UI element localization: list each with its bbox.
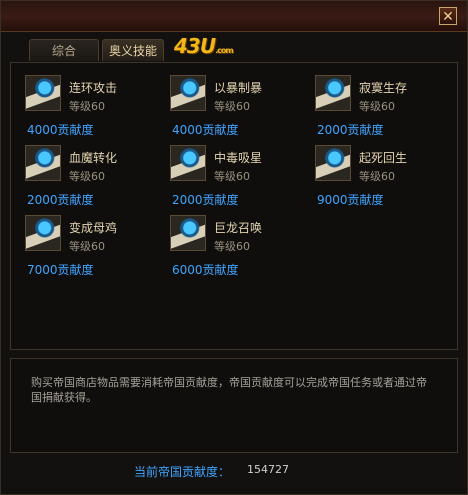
- skill-book-icon: [25, 215, 61, 251]
- skill-name: 以暴制暴: [214, 81, 263, 95]
- skill-name: 中毒吸星: [214, 151, 263, 165]
- skill-cost: 7000贡献度: [27, 263, 94, 277]
- skill-book-icon: [170, 145, 206, 181]
- title-bar[interactable]: ✕: [1, 1, 467, 32]
- skill-item[interactable]: 连环攻击 等级60 4000贡献度: [17, 65, 157, 137]
- skill-item[interactable]: 寂寞生存 等级60 2000贡献度: [307, 65, 447, 137]
- tab-skills[interactable]: 奥义技能: [102, 39, 164, 61]
- skill-book-icon: [315, 145, 351, 181]
- skill-name: 血魔转化: [69, 151, 118, 165]
- shop-window: ✕ 综合 奥义技能 43U.com 连环攻击 等级60 4000贡献度 以暴制暴…: [0, 0, 468, 495]
- skill-cost: 9000贡献度: [317, 193, 384, 207]
- skill-book-icon: [315, 75, 351, 111]
- skill-name: 起死回生: [359, 151, 408, 165]
- skill-level: 等级60: [69, 100, 105, 113]
- skill-list-panel: 连环攻击 等级60 4000贡献度 以暴制暴 等级60 4000贡献度 寂寞生存…: [10, 62, 458, 350]
- description-box: 购买帝国商店物品需要消耗帝国贡献度，帝国贡献度可以完成帝国任务或者通过帝国捐献获…: [10, 358, 458, 453]
- skill-name: 巨龙召唤: [214, 221, 263, 235]
- skill-level: 等级60: [214, 100, 250, 113]
- skill-name: 寂寞生存: [359, 81, 408, 95]
- skill-name: 连环攻击: [69, 81, 118, 95]
- close-icon: ✕: [442, 9, 454, 25]
- skill-book-icon: [25, 75, 61, 111]
- skill-book-icon: [170, 215, 206, 251]
- skill-level: 等级60: [69, 240, 105, 253]
- contribution-value: 154727: [247, 463, 289, 476]
- skill-level: 等级60: [69, 170, 105, 183]
- site-logo: 43U.com: [174, 34, 234, 58]
- skill-level: 等级60: [214, 240, 250, 253]
- skill-book-icon: [170, 75, 206, 111]
- skill-item[interactable]: 以暴制暴 等级60 4000贡献度: [162, 65, 302, 137]
- skill-item[interactable]: 巨龙召唤 等级60 6000贡献度: [162, 205, 302, 277]
- contribution-label: 当前帝国贡献度：: [134, 465, 231, 479]
- skill-cost: 6000贡献度: [172, 263, 239, 277]
- skill-item[interactable]: 变成母鸡 等级60 7000贡献度: [17, 205, 157, 277]
- skill-item[interactable]: 血魔转化 等级60 2000贡献度: [17, 135, 157, 207]
- skill-level: 等级60: [359, 100, 395, 113]
- close-button[interactable]: ✕: [439, 7, 457, 25]
- skill-level: 等级60: [359, 170, 395, 183]
- skill-level: 等级60: [214, 170, 250, 183]
- skill-name: 变成母鸡: [69, 221, 118, 235]
- skill-book-icon: [25, 145, 61, 181]
- skill-item[interactable]: 中毒吸星 等级60 2000贡献度: [162, 135, 302, 207]
- tab-general[interactable]: 综合: [29, 39, 99, 61]
- skill-item[interactable]: 起死回生 等级60 9000贡献度: [307, 135, 447, 207]
